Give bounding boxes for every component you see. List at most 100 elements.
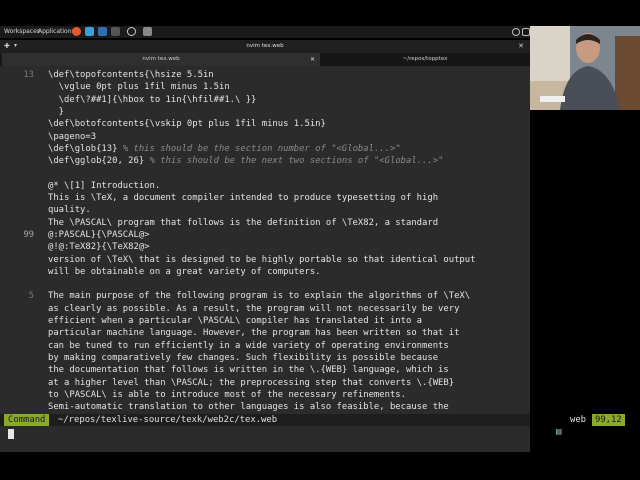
files-icon[interactable]	[85, 27, 94, 36]
code-text: This is \TeX, a document compiler intend…	[48, 192, 438, 204]
code-content: }	[48, 106, 65, 117]
code-line: \vglue 0pt plus 1fil minus 1.5in	[0, 81, 530, 93]
window-titlebar[interactable]: ✚ ▾ nvim tex.web ✕	[0, 40, 530, 53]
code-content: efficient when a particular \PASCAL\ com…	[48, 316, 423, 326]
terminal-icon[interactable]	[111, 27, 120, 36]
folder-icon[interactable]	[98, 27, 107, 36]
code-text: The \PASCAL\ program that follows is the…	[48, 217, 438, 229]
code-content: This is \TeX, a document compiler intend…	[48, 193, 439, 203]
tab-repos[interactable]: ~/repos/topptex	[322, 53, 528, 66]
code-text: \def\gglob{20, 26} % this should be the …	[48, 155, 443, 167]
code-content: \def\gglob{20, 26}	[48, 156, 150, 167]
code-line: @!@:TeX82}{\TeX82@>	[0, 241, 530, 253]
code-text: Semi-automatic translation to other lang…	[48, 401, 449, 413]
window-title: nvim tex.web	[246, 43, 284, 49]
firefox-icon[interactable]	[72, 27, 81, 36]
code-text: version of \TeX\ that is designed to be …	[48, 254, 475, 266]
code-content: the documentation that follows is writte…	[48, 365, 449, 376]
code-line: Semi-automatic translation to other lang…	[0, 401, 530, 413]
code-content: version of \TeX\ that is designed to be …	[48, 254, 476, 265]
line-number: 13	[23, 70, 34, 80]
code-text: }	[48, 106, 64, 118]
statusline-right: ▤ web 99,12	[0, 414, 640, 437]
code-line: the documentation that follows is writte…	[0, 364, 530, 376]
code-text: as clearly as possible. As a result, the…	[48, 303, 459, 315]
close-window-icon[interactable]: ✕	[518, 42, 524, 50]
network-icon[interactable]	[522, 28, 530, 36]
code-content: \pageno=3	[48, 131, 97, 142]
code-content: particular machine language. However, th…	[48, 328, 460, 339]
code-comment: % this should be the next two sections o…	[149, 156, 444, 167]
code-content: at a higher level than \PASCAL; the prep…	[48, 377, 455, 388]
code-text: \def\glob{13} % this should be the secti…	[48, 143, 401, 155]
code-line: \def\glob{13} % this should be the secti…	[0, 143, 530, 155]
code-text: @:PASCAL}{\PASCAL@>	[48, 229, 150, 241]
code-content: to \PASCAL\ is able to introduce most of…	[48, 389, 406, 400]
code-content: \def\botofcontents{\vskip 0pt plus 1fil …	[48, 119, 326, 130]
code-text: \pageno=3	[48, 131, 96, 143]
code-text: \def\?##1]{\hbox to 1in{\hfil##1.\ }}	[48, 94, 257, 106]
code-text: \def\topofcontents{\hsize 5.5in	[48, 69, 214, 81]
code-line: }	[0, 106, 530, 118]
code-text: \vglue 0pt plus 1fil minus 1.5in	[48, 81, 230, 93]
line-number: 5	[28, 291, 34, 302]
terminal-window: ✚ ▾ nvim tex.web ✕ nvim tex.web ✕ ~/repo…	[0, 40, 530, 452]
code-content: can be tuned to run efficiently in a wid…	[48, 340, 449, 351]
code-text: by making comparatively few changes. Suc…	[48, 352, 438, 364]
code-content: \def\topofcontents{\hsize 5.5in	[48, 70, 214, 80]
code-line: The \PASCAL\ program that follows is the…	[0, 217, 530, 229]
code-line: to \PASCAL\ is able to introduce most of…	[0, 389, 530, 401]
code-line: @* \[1] Introduction.	[0, 180, 530, 192]
power-icon[interactable]	[512, 28, 520, 36]
code-content: Semi-automatic translation to other lang…	[48, 402, 449, 413]
code-comment: % this should be the section number of "…	[122, 143, 401, 154]
code-content: @:PASCAL}{\PASCAL@>	[48, 229, 150, 240]
command-line[interactable]	[0, 426, 530, 452]
code-content: @!@:TeX82}{\TeX82@>	[48, 242, 150, 253]
code-line: 99 @:PASCAL}{\PASCAL@>	[0, 229, 530, 241]
webcam-person-image	[530, 26, 640, 110]
tab-nvim[interactable]: nvim tex.web	[2, 53, 320, 66]
code-line: version of \TeX\ that is designed to be …	[0, 254, 530, 266]
code-line: 5 The main purpose of the following progr…	[0, 290, 530, 302]
tab-bar: nvim tex.web ✕ ~/repos/topptex	[0, 53, 530, 66]
code-line: by making comparatively few changes. Suc…	[0, 352, 530, 364]
settings-icon[interactable]	[127, 27, 136, 36]
code-content: will be obtainable on a great variety of…	[48, 266, 321, 277]
code-content: The main purpose of the following progra…	[48, 291, 471, 302]
code-line: can be tuned to run efficiently in a wid…	[0, 340, 530, 352]
line-number: 99	[23, 229, 34, 240]
code-line: 13 \def\topofcontents{\hsize 5.5in	[0, 69, 530, 81]
code-line: efficient when a particular \PASCAL\ com…	[0, 315, 530, 327]
cursor-position: 99,12	[592, 414, 625, 426]
code-content: by making comparatively few changes. Suc…	[48, 352, 439, 363]
code-content: \def\glob{13}	[48, 143, 123, 154]
code-line: particular machine language. However, th…	[0, 327, 530, 339]
file-type: web	[570, 415, 587, 425]
code-content: @* \[1] Introduction.	[48, 180, 161, 191]
tab-label: ~/repos/topptex	[402, 56, 448, 62]
code-content: The \PASCAL\ program that follows is the…	[48, 217, 439, 228]
media-icon[interactable]	[143, 27, 152, 36]
code-text: quality.	[48, 204, 91, 216]
code-text: particular machine language. However, th…	[48, 327, 459, 339]
code-text: the documentation that follows is writte…	[48, 364, 449, 376]
code-line: This is \TeX, a document compiler intend…	[0, 192, 530, 204]
applications-menu[interactable]: Applications	[38, 28, 75, 35]
code-line: quality.	[0, 204, 530, 216]
code-text: @* \[1] Introduction.	[48, 180, 160, 192]
code-line: \pageno=3	[0, 131, 530, 143]
webcam-overlay	[530, 26, 640, 110]
code-text: @!@:TeX82}{\TeX82@>	[48, 241, 150, 253]
close-tab-icon[interactable]: ✕	[310, 53, 315, 66]
code-text: at a higher level than \PASCAL; the prep…	[48, 377, 454, 389]
workspaces-menu[interactable]: Workspaces	[4, 28, 40, 35]
code-text: efficient when a particular \PASCAL\ com…	[48, 315, 422, 327]
code-content: \vglue 0pt plus 1fil minus 1.5in	[48, 82, 230, 93]
editor-buffer[interactable]: 13 \def\topofcontents{\hsize 5.5in \vglue…	[0, 68, 530, 414]
code-text: The main purpose of the following progra…	[48, 290, 470, 302]
file-type-icon: ▤	[556, 427, 562, 437]
code-line: \def\botofcontents{\vskip 0pt plus 1fil …	[0, 118, 530, 130]
